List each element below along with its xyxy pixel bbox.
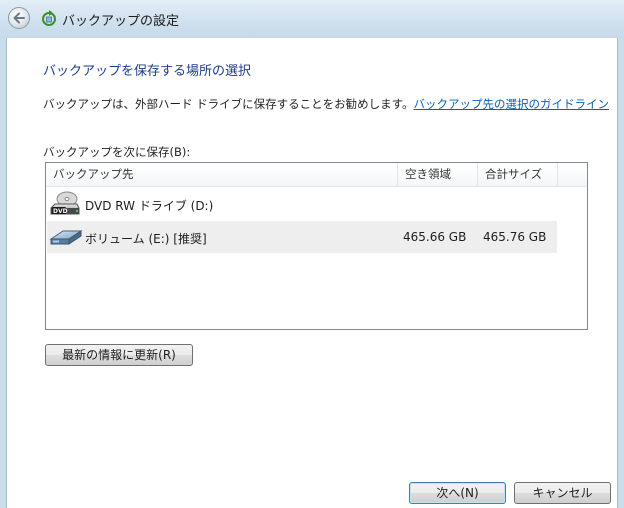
window-title: バックアップの設定 <box>62 14 180 29</box>
back-arrow-icon <box>13 12 25 24</box>
back-button[interactable] <box>8 7 30 29</box>
save-destination-label: バックアップを次に保存(B): <box>43 145 191 159</box>
list-header: バックアップ先 空き領域 合計サイズ <box>46 163 587 187</box>
column-header-total-size[interactable]: 合計サイズ <box>478 163 558 186</box>
cancel-button[interactable]: キャンセル <box>514 482 611 504</box>
drive-free-space: 465.66 GB <box>403 230 467 244</box>
hard-drive-icon <box>49 230 83 245</box>
list-item-volume-e[interactable]: ボリューム (E:) [推奨] 465.66 GB 465.76 GB <box>47 221 557 253</box>
info-text: バックアップは、外部ハード ドライブに保存することをお勧めします。 <box>43 97 414 111</box>
column-header-destination[interactable]: バックアップ先 <box>46 163 398 186</box>
title-bar: バックアップの設定 <box>0 0 624 38</box>
next-button[interactable]: 次へ(N) <box>409 482 506 504</box>
refresh-button[interactable]: 最新の情報に更新(R) <box>45 344 193 366</box>
dialog-content: バックアップを保存する場所の選択 バックアップは、外部ハード ドライブに保存する… <box>6 38 618 508</box>
drive-name: DVD RW ドライブ (D:) <box>85 199 214 213</box>
dvd-drive-icon: DVD <box>50 191 80 215</box>
guideline-link[interactable]: バックアップ先の選択のガイドライン <box>414 97 610 111</box>
recommendation-text: バックアップは、外部ハード ドライブに保存することをお勧めします。バックアップ先… <box>43 96 609 112</box>
drive-total-size: 465.76 GB <box>483 230 547 244</box>
destination-list[interactable]: バックアップ先 空き領域 合計サイズ DVD DVD RW ドライブ (D:) <box>45 162 588 330</box>
svg-text:DVD: DVD <box>53 208 68 215</box>
page-heading: バックアップを保存する場所の選択 <box>43 64 252 79</box>
list-item-dvd-drive[interactable]: DVD DVD RW ドライブ (D:) <box>47 188 557 220</box>
column-header-free-space[interactable]: 空き領域 <box>398 163 478 186</box>
backup-icon <box>42 10 56 26</box>
drive-name: ボリューム (E:) [推奨] <box>85 232 207 246</box>
